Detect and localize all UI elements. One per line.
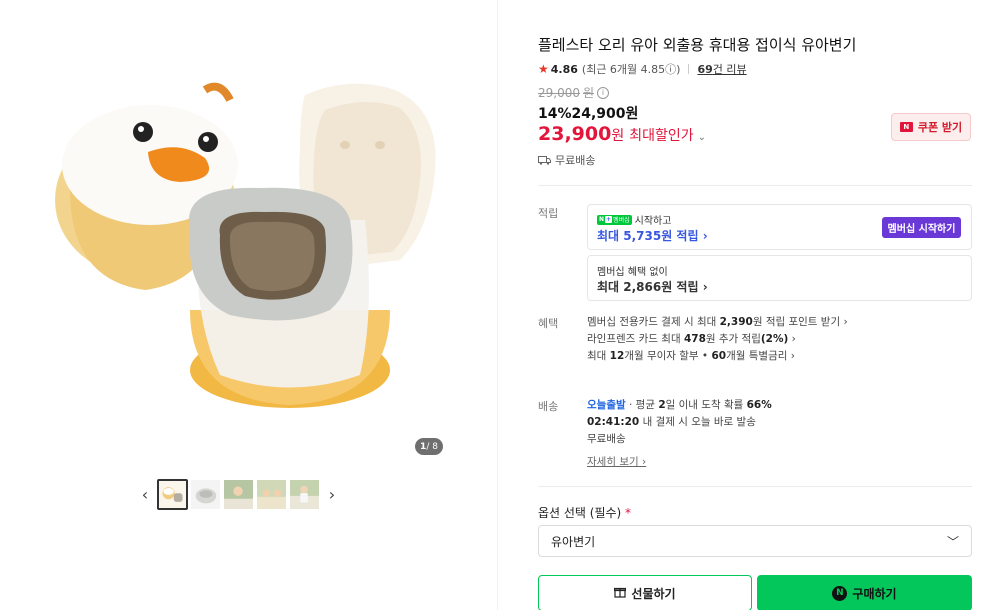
gift-button[interactable]: 선물하기 (538, 575, 752, 610)
image-page-indicator: 1 / 8 (415, 438, 443, 455)
option-label: 옵션 선택 (필수) * (538, 506, 632, 520)
membership-max-points[interactable]: 최대 5,735원 적립 › (597, 227, 708, 244)
gift-label: 선물하기 (631, 586, 676, 601)
product-title: 플레스타 오리 유아 외출용 휴대용 접이식 유아변기 (538, 36, 857, 54)
page-total: / 8 (426, 441, 438, 452)
basic-points-box: 멤버십 혜택 없이 최대 2,866원 적립 › (587, 255, 972, 301)
final-price-row: 23,900 원 최대할인가 ⌄ (538, 123, 706, 145)
final-price-won: 원 (611, 128, 625, 144)
original-price: 29,000 원 i (538, 84, 610, 101)
separator (688, 64, 690, 74)
duck-potty-illustration (55, 82, 436, 408)
membership-start-text: 시작하고 (634, 216, 672, 227)
basic-max-points[interactable]: 최대 2,866원 적립 › (597, 278, 708, 295)
thumbnail-3[interactable] (223, 479, 254, 510)
delivery-info: 오늘출발 · 평균 2일 이내 도착 확률 66% 02:41:20 내 결제 … (587, 397, 772, 471)
discount-line: 14%24,900원 (538, 106, 639, 122)
info-icon[interactable]: i (597, 86, 610, 99)
chevron-down-icon: ﹀ (946, 534, 959, 549)
thumbnail-1[interactable] (157, 479, 188, 510)
divider (538, 185, 972, 186)
option-select[interactable]: 유아변기 ﹀ (538, 525, 972, 557)
review-count: 69 (697, 63, 713, 76)
gift-icon (614, 586, 627, 601)
benefit-item-card-points[interactable]: 멤버십 전용카드 결제 시 최대 2,390원 적립 포인트 받기 › (587, 314, 848, 331)
chevron-down-icon[interactable]: ⌄ (698, 132, 706, 143)
review-count-link[interactable]: 69건 리뷰 (697, 61, 746, 77)
coupon-button[interactable]: N 쿠폰 받기 (891, 113, 971, 141)
shipping-label: 무료배송 (555, 154, 596, 167)
delivery-label: 배송 (538, 400, 559, 413)
delivery-free: 무료배송 (587, 433, 626, 445)
recent-rating[interactable]: (최근 6개월 4.85ⓘ) (582, 61, 681, 77)
product-gallery: 1 / 8 ‹ › (0, 0, 497, 610)
thumbnail-4[interactable] (256, 479, 287, 510)
rating-value: 4.86 (550, 62, 578, 76)
coupon-label: 쿠폰 받기 (917, 121, 963, 134)
thumbnail-2[interactable] (190, 479, 221, 510)
benefit-list: 멤버십 전용카드 결제 시 최대 2,390원 적립 포인트 받기 › 라인프렌… (587, 314, 848, 365)
shipping-row: 무료배송 (538, 152, 595, 168)
star-icon: ★ (538, 62, 549, 76)
thumbnail-5[interactable] (289, 479, 320, 510)
coupon-n-icon: N (899, 122, 913, 132)
benefit-item-installment[interactable]: 최대 12개월 무이자 할부 • 60개월 특별금리 › (587, 348, 848, 365)
start-membership-button[interactable]: 멤버십 시작하기 (882, 217, 961, 238)
option-selected-value: 유아변기 (551, 534, 596, 549)
no-membership-line: 멤버십 혜택 없이 (597, 267, 668, 278)
delivery-time-line: 02:41:20 내 결제 시 오늘 바로 발송 (587, 416, 756, 428)
max-discount-toggle[interactable]: 최대할인가 (629, 125, 693, 145)
truck-icon (538, 155, 551, 165)
delivery-today-line: 오늘출발 · 평균 2일 이내 도착 확률 66% (587, 399, 772, 411)
membership-line: N + 멤버십 시작하고 (597, 212, 671, 227)
buy-button[interactable]: N 구매하기 (757, 575, 972, 610)
thumb-next-icon[interactable]: › (322, 479, 342, 510)
original-price-won: 원 (583, 86, 595, 100)
membership-badge-icon: N + 멤버십 (597, 214, 632, 225)
thumb-prev-icon[interactable]: ‹ (135, 479, 155, 510)
divider (538, 486, 972, 487)
benefit-item-linefriends-card[interactable]: 라인프렌즈 카드 최대 478원 추가 적립(2%) › (587, 331, 848, 348)
column-divider (497, 0, 498, 610)
membership-points-box: N + 멤버십 시작하고 최대 5,735원 적립 › 멤버십 시작하기 (587, 204, 972, 250)
benefits-label: 혜택 (538, 317, 559, 330)
final-price: 23,900 (538, 123, 612, 145)
buy-label: 구매하기 (852, 586, 897, 601)
points-label: 적립 (538, 207, 559, 220)
product-main-image[interactable] (30, 70, 460, 420)
original-price-value: 29,000 (538, 85, 580, 100)
review-suffix: 건 리뷰 (712, 63, 747, 76)
rating-row: ★ 4.86 (최근 6개월 4.85ⓘ) 69건 리뷰 (538, 61, 747, 77)
delivery-detail-link[interactable]: 자세히 보기 › (587, 454, 772, 471)
naverpay-icon: N (832, 585, 848, 601)
thumbnail-strip: ‹ › (135, 479, 342, 510)
